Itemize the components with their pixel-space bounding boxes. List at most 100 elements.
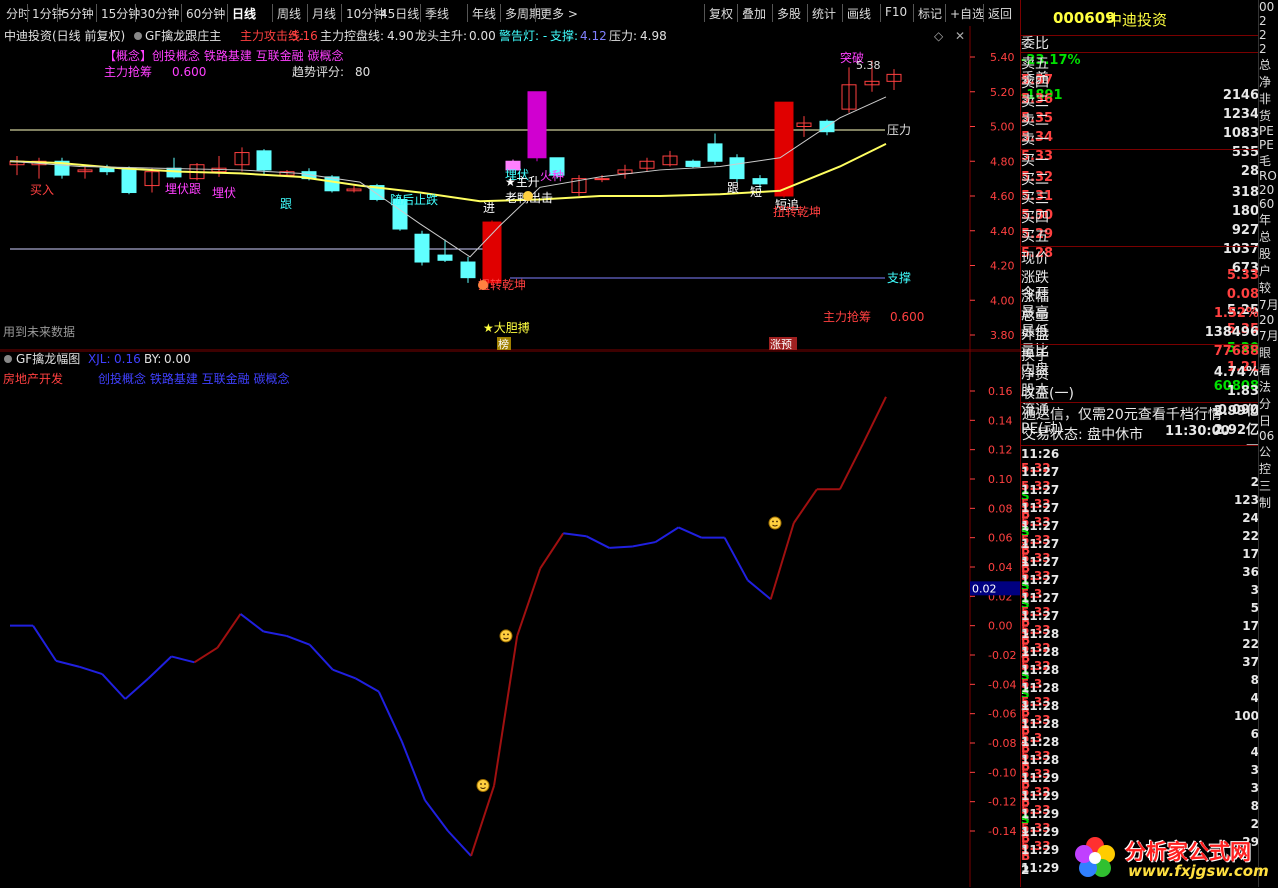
toolbar-period-1[interactable]: 1分钟	[32, 5, 64, 22]
candle-body	[437, 254, 453, 261]
close-icon[interactable]: ✕	[955, 29, 965, 43]
by-value: 0.00	[164, 352, 191, 366]
edge-text: 户	[1259, 264, 1272, 278]
edge-text: 货	[1259, 109, 1272, 123]
chart-annotation: 买入	[30, 183, 54, 197]
toolbar-separator	[420, 4, 421, 22]
edge-text: 20	[1259, 313, 1275, 327]
sub-indicator-toggle-icon[interactable]	[4, 355, 12, 363]
bid-row: 买三 5.30 927	[1021, 188, 1259, 238]
toolbar-period-4[interactable]: 30分钟	[140, 5, 179, 22]
stat-label: 涨幅	[1021, 289, 1049, 305]
toolbar-period-8[interactable]: 月线	[312, 5, 336, 22]
promo-link[interactable]: 通达信，仅需20元查看千档行情	[1022, 404, 1222, 424]
toolbar-action-6[interactable]: 标记	[918, 5, 942, 22]
expand-icon[interactable]: ◇	[934, 29, 944, 43]
toolbar-period-11[interactable]: 季线	[425, 5, 449, 22]
ask-row: 卖四 5.36 1234	[1021, 72, 1259, 122]
edge-text: 06	[1259, 429, 1275, 443]
future-data-note: 用到未来数据	[3, 324, 75, 339]
dragon-label: 龙头主升:	[415, 29, 467, 43]
chart-annotation: 跟	[727, 181, 739, 195]
tick-time: 11:27	[1021, 591, 1060, 605]
signal-marker-icon	[523, 191, 533, 201]
main-y-label: 4.20	[990, 260, 1015, 273]
edge-text: 净	[1259, 75, 1272, 89]
toolbar-separator	[27, 4, 28, 22]
stat2-label: 换手	[1021, 348, 1049, 364]
toolbar-action-0[interactable]: 复权	[709, 5, 733, 22]
toolbar-action-7[interactable]: +自选	[950, 5, 984, 22]
candle-body	[527, 91, 547, 159]
edge-text: 2	[1259, 28, 1267, 42]
candle-body	[460, 261, 476, 279]
tick-time: 11:27	[1021, 501, 1060, 515]
tick-time: 11:27	[1021, 609, 1060, 623]
toolbar-action-4[interactable]: 画线	[847, 5, 871, 22]
main-y-label: 5.40	[990, 51, 1015, 64]
toolbar-action-8[interactable]: 返回	[988, 5, 1012, 22]
tick-time: 11:27	[1021, 573, 1060, 587]
candle-body	[774, 101, 794, 197]
smiley-marker-icon	[476, 779, 490, 793]
main-y-label: 5.20	[990, 86, 1015, 99]
bid-row: 买四 5.29 1037	[1021, 207, 1259, 257]
edge-text: 日	[1259, 414, 1272, 428]
ask-row: 卖五 5.37 2146	[1021, 53, 1259, 103]
bid-label: 买二	[1021, 172, 1049, 188]
ask-label: 卖一	[1021, 132, 1049, 148]
toolbar-action-1[interactable]: 叠加	[742, 5, 766, 22]
toolbar-period-7[interactable]: 周线	[277, 5, 301, 22]
toolbar-period-5[interactable]: 60分钟	[186, 5, 225, 22]
buy-marker-icon	[478, 280, 488, 290]
sub-y-label: -0.10	[988, 766, 1016, 779]
candle-body	[414, 233, 430, 263]
ask-row: 卖三 5.35 1083	[1021, 91, 1259, 141]
smiley-marker-icon	[499, 629, 513, 643]
toolbar-separator	[983, 4, 984, 22]
edge-text: 较	[1259, 281, 1272, 295]
indicator-toggle-icon[interactable]	[134, 32, 142, 40]
kline-chart[interactable]: 5.40 5.20 5.00 4.80 4.60 4.40 4.20 4.00 3.80 中迪投资…	[0, 26, 1020, 351]
sub-y-label: 0.14	[988, 414, 1013, 427]
tick-time: 11:28	[1021, 627, 1060, 641]
toolbar-action-3[interactable]: 统计	[812, 5, 836, 22]
edge-text: 总	[1259, 230, 1272, 244]
bid-label: 买五	[1021, 229, 1049, 245]
tick-time: 11:27	[1021, 555, 1060, 569]
chart-annotation: 埋伏	[212, 186, 236, 200]
toolbar-separator	[272, 4, 273, 22]
toolbar-separator	[467, 4, 468, 22]
toolbar-period-6[interactable]: 日线	[232, 5, 256, 22]
toolbar-period-10[interactable]: 45日线	[380, 5, 419, 22]
tick-time: 11:28	[1021, 699, 1060, 713]
edge-text: 总	[1259, 58, 1272, 72]
info-edge-strip: 00 2 2 2 总净非货 PE PE 毛 RO 20 60 年总股户较 7月 20 7月眼看法分日 06 公控…	[1258, 0, 1278, 887]
toolbar-period-2[interactable]: 5分钟	[62, 5, 94, 22]
tick-row: 11:28 5.33 6 B 1	[1021, 699, 1259, 769]
tick-row: 11:27 5.3 5 B 2	[1021, 573, 1259, 643]
tick-time: 11:28	[1021, 735, 1060, 749]
edge-text: 毛	[1259, 154, 1272, 168]
tick-time: 11:27	[1021, 537, 1060, 551]
indicator-name: GF擒龙跟庄主	[145, 28, 221, 43]
toolbar-action-2[interactable]: 多股	[777, 5, 801, 22]
tick-row: 11:27 5.33 22 B 5	[1021, 501, 1259, 571]
control-value: 4.90	[387, 29, 414, 43]
toolbar-period-12[interactable]: 年线	[472, 5, 496, 22]
main-y-label: 4.80	[990, 155, 1015, 168]
sub-y-label: -0.04	[988, 678, 1016, 691]
stats2-row: 换手 4.74% 股本 2.99亿	[1021, 345, 1259, 419]
edge-text: RO	[1259, 169, 1277, 183]
toolbar-action-5[interactable]: F10	[885, 5, 907, 19]
ask-label: 卖三	[1021, 94, 1049, 110]
indicator-chart[interactable]: GF擒龙幅图 XJL: 0.16 BY: 0.00房地产开发 创投概念 铁路基建 互联金融…	[0, 351, 1020, 887]
tick-time: 11:29	[1021, 789, 1060, 803]
period-toolbar: 分时 1分钟 5分钟 15分钟 30分钟 60分钟 日线 周线 月线 10分钟 45日线 季线 年线 多周…	[0, 0, 1020, 27]
edge-text: 非	[1259, 92, 1272, 106]
concept-line: 【概念】创投概念 铁路基建 互联金融 碳概念	[104, 48, 343, 63]
toolbar-period-14[interactable]: 更多 >	[540, 5, 578, 22]
edge-text: 2	[1259, 42, 1267, 56]
tick-row: 11:28 5.3 4 B 1	[1021, 717, 1259, 787]
edge-text: 分	[1259, 397, 1272, 411]
